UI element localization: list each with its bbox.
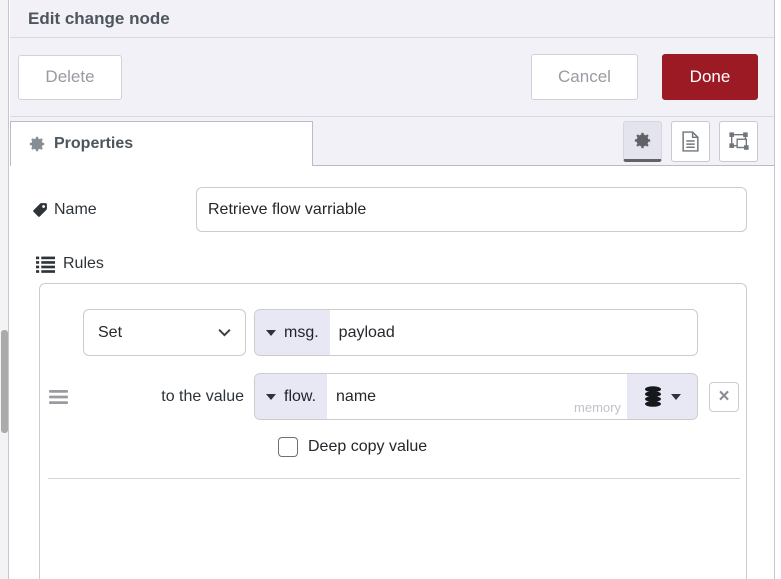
tab-icon-buttons — [623, 121, 758, 162]
target-typed-input: msg. — [254, 309, 698, 356]
tab-button-properties[interactable] — [623, 121, 662, 162]
rules-container: Set msg. payload to the value flow. name… — [39, 283, 747, 579]
caret-down-icon — [670, 393, 681, 400]
action-select-value: Set — [98, 323, 123, 341]
drag-handle-icon[interactable] — [49, 389, 68, 404]
target-field-wrap — [329, 310, 697, 355]
rules-label: Rules — [63, 255, 104, 272]
scrollbar-thumb[interactable] — [1, 330, 8, 433]
context-store-hint: memory — [574, 400, 621, 415]
document-icon — [682, 131, 699, 152]
gear-icon — [634, 132, 651, 149]
delete-button[interactable]: Delete — [18, 54, 122, 100]
tab-properties[interactable]: Properties — [10, 121, 313, 166]
rules-section-label: Rules — [36, 255, 747, 273]
database-icon — [644, 386, 662, 407]
rule-divider — [48, 478, 740, 479]
gear-icon — [29, 136, 45, 152]
tab-properties-label: Properties — [54, 135, 134, 152]
remove-rule-button[interactable]: × — [709, 381, 739, 412]
value-prefix-label: flow. — [284, 387, 317, 405]
name-label-group: Name — [28, 201, 196, 219]
list-icon — [36, 256, 55, 273]
target-type-button[interactable]: msg. — [255, 310, 330, 355]
tab-button-description[interactable] — [671, 121, 710, 162]
caret-down-icon — [266, 393, 276, 400]
context-store-button[interactable] — [627, 374, 697, 419]
value-typed-input: flow. memory — [254, 373, 698, 420]
workspace-edge — [0, 0, 9, 579]
tray-header: Edit change node — [10, 0, 774, 38]
name-input[interactable] — [196, 187, 747, 232]
rule-value-row: to the value flow. memory — [49, 373, 746, 420]
target-prefix-label: msg. — [284, 323, 319, 341]
value-field-wrap: memory — [327, 374, 627, 419]
cancel-button[interactable]: Cancel — [531, 54, 638, 100]
editor-tray: Edit change node Delete Cancel Done Prop… — [10, 0, 775, 579]
chevron-down-icon — [218, 328, 231, 337]
close-icon: × — [718, 386, 730, 407]
action-select[interactable]: Set — [83, 309, 246, 356]
tray-tab-bar: Properties — [10, 117, 774, 166]
target-property-input[interactable] — [329, 310, 697, 355]
deep-copy-label[interactable]: Deep copy value — [308, 438, 427, 456]
appearance-icon — [728, 131, 750, 153]
tag-icon — [32, 202, 48, 218]
name-label: Name — [54, 200, 97, 218]
deep-copy-checkbox[interactable] — [278, 437, 298, 457]
toolbar-right-group: Cancel Done — [531, 54, 758, 100]
value-type-button[interactable]: flow. — [255, 374, 328, 419]
tray-toolbar: Delete Cancel Done — [10, 38, 774, 117]
done-button[interactable]: Done — [662, 54, 758, 100]
dialog-title: Edit change node — [28, 8, 170, 28]
caret-down-icon — [266, 329, 276, 336]
edit-change-node-dialog: Edit change node Delete Cancel Done Prop… — [0, 0, 781, 579]
tray-body: Name Rules — [10, 166, 774, 579]
rule-target-row: Set msg. — [83, 309, 746, 356]
deep-copy-row: Deep copy value — [278, 437, 746, 457]
to-the-value-label: to the value — [161, 387, 244, 405]
tab-button-appearance[interactable] — [719, 121, 758, 162]
name-row: Name — [28, 187, 747, 232]
